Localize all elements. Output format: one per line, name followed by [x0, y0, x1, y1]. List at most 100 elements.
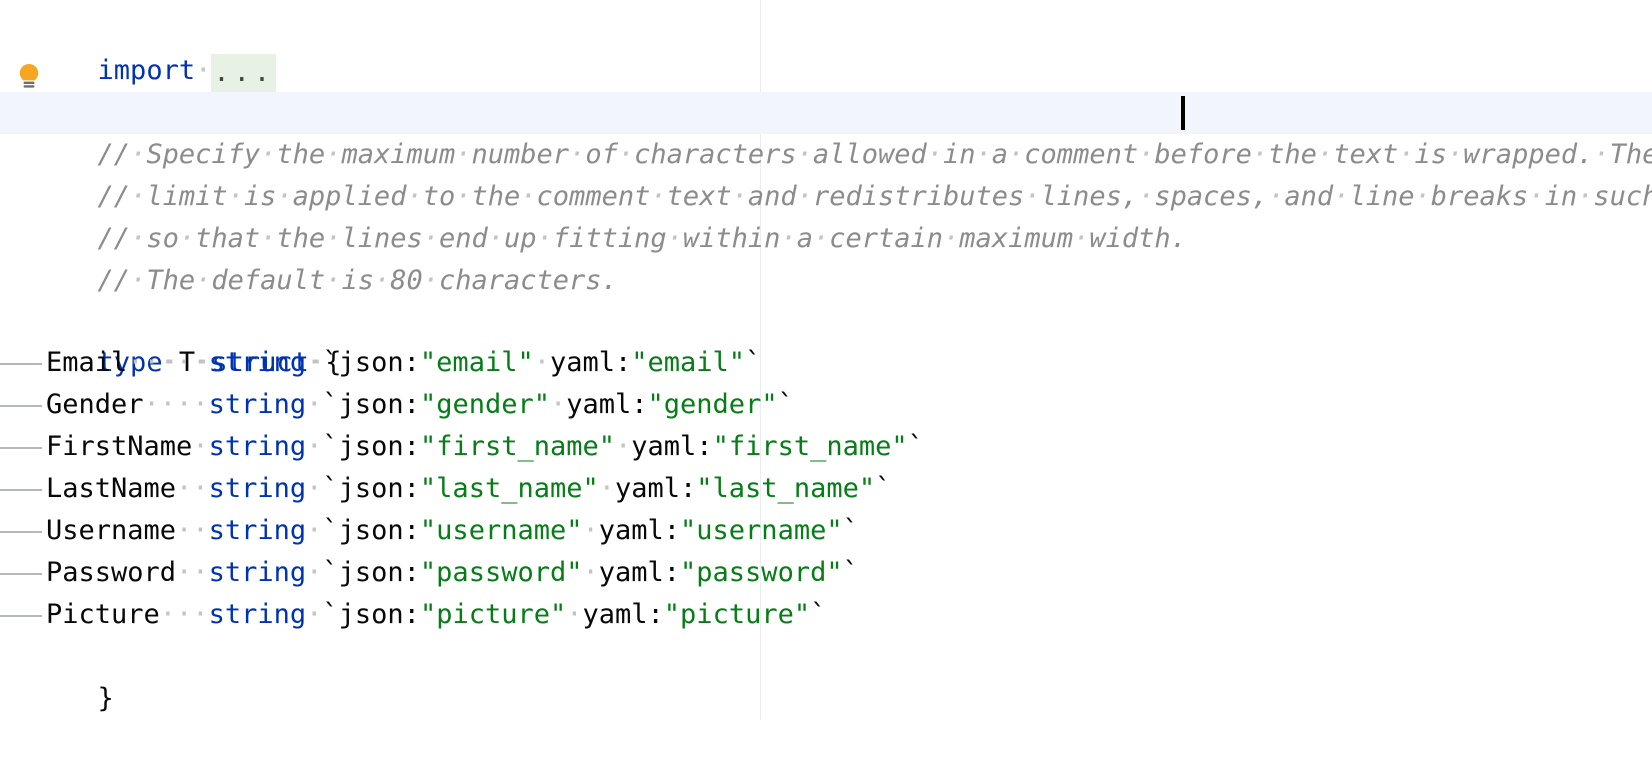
whitespace-dot: ···· — [144, 389, 209, 420]
field-name: Picture — [46, 599, 160, 630]
tag-yaml-key: yaml: — [615, 473, 696, 504]
tag-yaml-value: "email" — [631, 347, 745, 378]
tag-backtick-open: ` — [322, 473, 338, 504]
tag-backtick-close: ` — [843, 557, 859, 588]
tag-json-value: "first_name" — [420, 431, 615, 462]
tab-indent-indicator — [0, 468, 46, 510]
field-type: string — [209, 389, 307, 420]
tag-json-value: "picture" — [420, 599, 566, 630]
field-type: string — [209, 473, 307, 504]
tag-yaml-value: "last_name" — [696, 473, 875, 504]
tag-json-value: "gender" — [420, 389, 550, 420]
code-line-field-email[interactable]: Email·····string·`json:"email"·yaml:"ema… — [0, 342, 1652, 384]
tag-yaml-value: "first_name" — [713, 431, 908, 462]
tag-json-key: json: — [339, 515, 420, 546]
tag-json-key: json: — [339, 473, 420, 504]
tag-json-key: json: — [339, 389, 420, 420]
tag-yaml-value: "username" — [680, 515, 843, 546]
whitespace-dot: ····· — [127, 347, 208, 378]
lightbulb-icon[interactable] — [14, 61, 44, 91]
tag-backtick-close: ` — [908, 431, 924, 462]
field-name: Email — [46, 347, 127, 378]
whitespace-dot: · — [306, 599, 322, 630]
whitespace-dot: · — [306, 347, 322, 378]
tag-yaml-key: yaml: — [550, 347, 631, 378]
field-name: Password — [46, 557, 176, 588]
field-type: string — [209, 557, 307, 588]
whitespace-dot: · — [195, 55, 211, 86]
whitespace-dot: · — [615, 431, 631, 462]
tag-yaml-key: yaml: — [566, 389, 647, 420]
field-type: string — [209, 431, 307, 462]
text-caret — [1181, 96, 1185, 130]
whitespace-dot: ·· — [176, 557, 209, 588]
tag-yaml-value: "password" — [680, 557, 843, 588]
code-line-struct-close[interactable]: } — [0, 636, 1652, 678]
field-name: Username — [46, 515, 176, 546]
tag-backtick-open: ` — [322, 431, 338, 462]
field-name: Gender — [46, 389, 144, 420]
code-line-field-firstname[interactable]: FirstName·string·`json:"first_name"·yaml… — [0, 426, 1652, 468]
code-line-struct-open[interactable]: type·T·struct·{ — [0, 300, 1652, 342]
tag-backtick-open: ` — [322, 557, 338, 588]
tag-json-key: json: — [339, 431, 420, 462]
tab-indent-indicator — [0, 594, 46, 636]
tag-backtick-open: ` — [322, 347, 338, 378]
whitespace-dot: · — [306, 473, 322, 504]
tab-indent-indicator — [0, 384, 46, 426]
tag-json-value: "username" — [420, 515, 583, 546]
tag-json-value: "last_name" — [420, 473, 599, 504]
code-line-comment-4[interactable]: //·The·default·is·80·characters. — [0, 218, 1652, 260]
tag-backtick-close: ` — [843, 515, 859, 546]
keyword-import: import — [98, 55, 196, 86]
whitespace-dot: ··· — [160, 599, 209, 630]
tag-json-key: json: — [339, 557, 420, 588]
field-name: LastName — [46, 473, 176, 504]
tag-backtick-close: ` — [810, 599, 826, 630]
whitespace-dot: · — [306, 515, 322, 546]
tag-backtick-open: ` — [322, 515, 338, 546]
tag-backtick-close: ` — [875, 473, 891, 504]
field-type: string — [209, 515, 307, 546]
code-line-field-username[interactable]: Username··string·`json:"username"·yaml:"… — [0, 510, 1652, 552]
tag-backtick-open: ` — [322, 389, 338, 420]
tab-indent-indicator — [0, 552, 46, 594]
tag-yaml-key: yaml: — [599, 557, 680, 588]
tag-json-key: json: — [339, 347, 420, 378]
whitespace-dot: ·· — [176, 515, 209, 546]
whitespace-dot: · — [306, 557, 322, 588]
tab-indent-indicator — [0, 342, 46, 384]
tag-yaml-key: yaml: — [631, 431, 712, 462]
whitespace-dot: · — [534, 347, 550, 378]
whitespace-dot: · — [582, 557, 598, 588]
whitespace-dot: · — [582, 515, 598, 546]
code-line-import[interactable]: import·... — [0, 8, 1652, 50]
code-line-field-picture[interactable]: Picture···string·`json:"picture"·yaml:"p… — [0, 594, 1652, 636]
import-fold-placeholder[interactable]: ... — [211, 54, 276, 92]
code-editor-canvas[interactable]: import·... //·Specify·the·maximum·number… — [0, 0, 1652, 720]
whitespace-dot: · — [306, 389, 322, 420]
field-type: string — [209, 347, 307, 378]
whitespace-dot: · — [566, 599, 582, 630]
code-line-field-lastname[interactable]: LastName··string·`json:"last_name"·yaml:… — [0, 468, 1652, 510]
tab-indent-indicator — [0, 426, 46, 468]
code-line-comment-3[interactable]: //·so·that·the·lines·end·up·fitting·with… — [0, 176, 1652, 218]
tag-backtick-close: ` — [745, 347, 761, 378]
tag-yaml-key: yaml: — [583, 599, 664, 630]
tag-json-value: "email" — [420, 347, 534, 378]
whitespace-dot: · — [192, 431, 208, 462]
code-line-field-password[interactable]: Password··string·`json:"password"·yaml:"… — [0, 552, 1652, 594]
whitespace-dot: · — [306, 431, 322, 462]
code-line-field-gender[interactable]: Gender····string·`json:"gender"·yaml:"ge… — [0, 384, 1652, 426]
tag-json-key: json: — [339, 599, 420, 630]
code-line-comment-1[interactable]: //·Specify·the·maximum·number·of·charact… — [0, 92, 1652, 134]
whitespace-dot: · — [599, 473, 615, 504]
tag-yaml-value: "gender" — [648, 389, 778, 420]
tag-json-value: "password" — [420, 557, 583, 588]
tag-yaml-value: "picture" — [664, 599, 810, 630]
brace-close: } — [98, 683, 114, 714]
whitespace-dot: ·· — [176, 473, 209, 504]
tag-backtick-open: ` — [322, 599, 338, 630]
code-line-blank[interactable] — [0, 260, 1652, 302]
code-line-comment-2[interactable]: //·limit·is·applied·to·the·comment·text·… — [0, 134, 1652, 176]
